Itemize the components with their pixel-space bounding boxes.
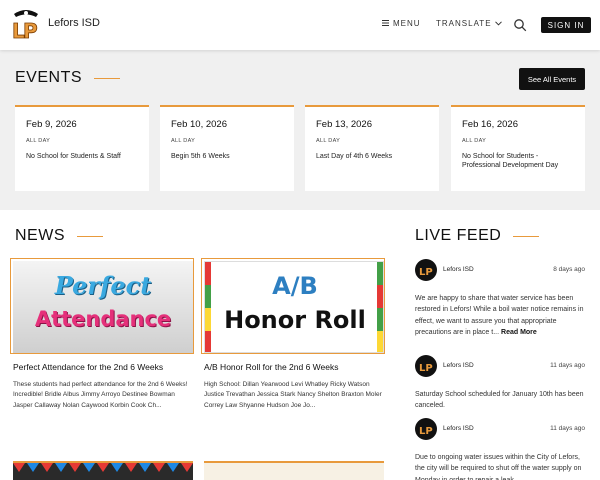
- news-card[interactable]: A/B Honor Roll A/B Honor Roll for the 2n…: [201, 258, 385, 411]
- see-all-events-button[interactable]: See All Events: [519, 68, 585, 90]
- news-description: High School: Dillan Yearwood Levi Whatle…: [204, 380, 382, 409]
- feed-timestamp: 11 days ago: [550, 362, 585, 369]
- event-time: ALL DAY: [316, 138, 341, 144]
- translate-button[interactable]: TRANSLATE: [436, 19, 502, 28]
- news-title[interactable]: A/B Honor Roll for the 2nd 6 Weeks: [204, 361, 384, 374]
- event-title: Begin 5th 6 Weeks: [171, 153, 230, 160]
- site-header: L P Lefors ISD MENU TRANSLATE SIGN IN: [0, 0, 600, 50]
- heading-rule: [77, 235, 103, 237]
- pennant-banner-graphic: [13, 463, 193, 472]
- svg-text:LP: LP: [419, 426, 433, 437]
- event-time: ALL DAY: [26, 138, 51, 144]
- event-title: Last Day of 4th 6 Weeks: [316, 153, 393, 160]
- events-title: EVENTS: [15, 69, 83, 86]
- sign-in-button[interactable]: SIGN IN: [541, 17, 591, 33]
- news-image[interactable]: Perfect Attendance: [10, 258, 194, 354]
- feed-author: Lefors ISD: [443, 362, 474, 369]
- event-card[interactable]: Feb 16, 2026 ALL DAY No School for Stude…: [451, 105, 585, 191]
- image-line-1: Perfect: [54, 271, 152, 300]
- event-date: Feb 16, 2026: [462, 119, 518, 130]
- avatar: LP: [415, 259, 437, 281]
- event-card[interactable]: Feb 9, 2026 ALL DAY No School for Studen…: [15, 105, 149, 191]
- search-icon: [513, 19, 527, 36]
- live-feed-heading: LIVE FEED: [415, 227, 540, 245]
- svg-text:LP: LP: [419, 363, 433, 374]
- feed-post[interactable]: LP Lefors ISD 11 days ago Saturday Schoo…: [415, 355, 585, 412]
- read-more-link[interactable]: Read More: [501, 329, 537, 336]
- news-image-partial[interactable]: [204, 461, 384, 480]
- avatar: LP: [415, 355, 437, 377]
- site-name[interactable]: Lefors ISD: [48, 17, 100, 29]
- perfect-attendance-graphic: Perfect Attendance: [13, 261, 193, 353]
- search-button[interactable]: [513, 18, 527, 32]
- menu-button[interactable]: MENU: [382, 19, 421, 28]
- news-heading: NEWS: [15, 227, 103, 245]
- menu-label: MENU: [393, 19, 421, 28]
- chevron-down-icon: [494, 19, 502, 28]
- feed-timestamp: 11 days ago: [550, 425, 585, 432]
- event-time: ALL DAY: [462, 138, 487, 144]
- event-title: No School for Students - Professional De…: [462, 153, 559, 170]
- news-description: These students had perfect attendance fo…: [13, 380, 188, 409]
- event-date: Feb 9, 2026: [26, 119, 77, 130]
- avatar: LP: [415, 418, 437, 440]
- feed-text: Saturday School scheduled for January 10…: [415, 391, 584, 410]
- live-feed-title: LIVE FEED: [415, 227, 502, 244]
- feed-author: Lefors ISD: [443, 266, 474, 273]
- feed-post[interactable]: LP Lefors ISD 11 days ago Due to ongoing…: [415, 418, 585, 480]
- image-line-1: A/B: [272, 272, 318, 300]
- event-card[interactable]: Feb 13, 2026 ALL DAY Last Day of 4th 6 W…: [305, 105, 439, 191]
- event-card[interactable]: Feb 10, 2026 ALL DAY Begin 5th 6 Weeks: [160, 105, 294, 191]
- svg-text:P: P: [23, 19, 38, 42]
- honor-roll-graphic: A/B Honor Roll: [204, 261, 384, 353]
- svg-text:LP: LP: [419, 267, 433, 278]
- event-time: ALL DAY: [171, 138, 196, 144]
- heading-rule: [94, 77, 121, 79]
- feed-post[interactable]: LP Lefors ISD 8 days ago We are happy to…: [415, 259, 585, 338]
- image-line-2: Honor Roll: [224, 306, 366, 334]
- feed-author: Lefors ISD: [443, 425, 474, 432]
- district-logo[interactable]: L P: [10, 6, 42, 43]
- hamburger-icon: [382, 19, 389, 28]
- translate-label: TRANSLATE: [436, 19, 492, 28]
- heading-rule: [513, 235, 540, 237]
- feed-text: We are happy to share that water service…: [415, 295, 584, 336]
- feed-timestamp: 8 days ago: [553, 266, 585, 273]
- event-date: Feb 13, 2026: [316, 119, 372, 130]
- events-heading: EVENTS: [15, 69, 121, 87]
- image-line-2: Attendance: [34, 307, 172, 331]
- news-title: NEWS: [15, 227, 65, 244]
- feed-text: Due to ongoing water issues within the C…: [415, 454, 582, 480]
- news-title[interactable]: Perfect Attendance for the 2nd 6 Weeks: [13, 361, 193, 374]
- event-title: No School for Students & Staff: [26, 153, 121, 160]
- event-date: Feb 10, 2026: [171, 119, 227, 130]
- news-card[interactable]: Perfect Attendance Perfect Attendance fo…: [10, 258, 194, 411]
- news-image-partial[interactable]: [13, 461, 193, 480]
- news-image[interactable]: A/B Honor Roll: [201, 258, 385, 354]
